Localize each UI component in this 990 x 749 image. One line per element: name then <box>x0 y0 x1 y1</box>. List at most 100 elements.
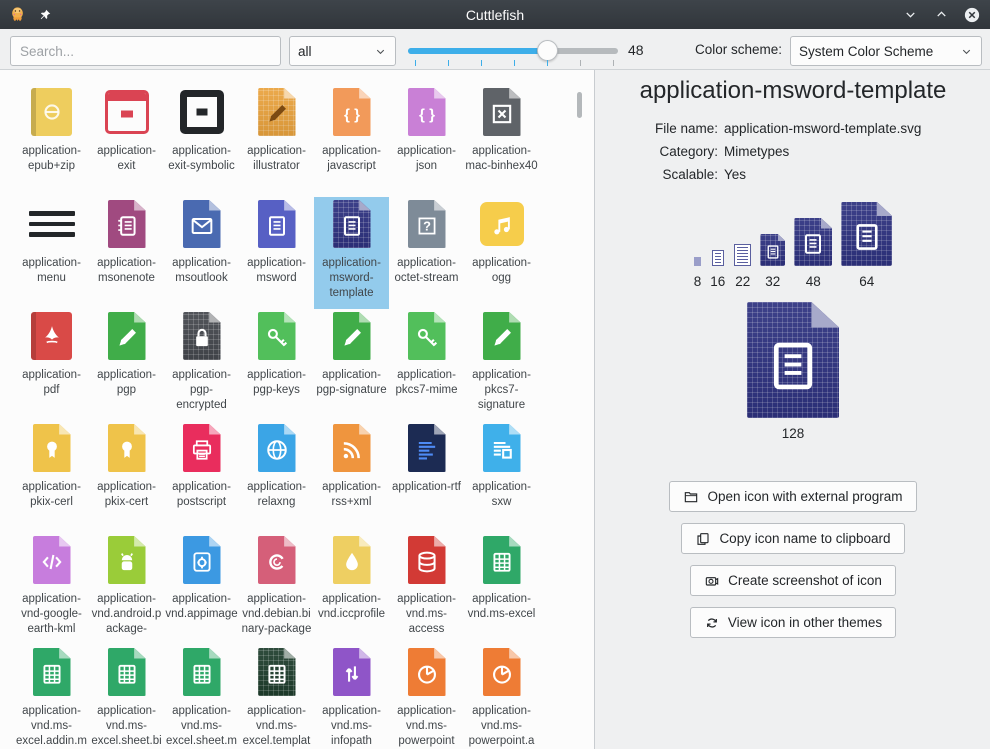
icon-grid-item[interactable]: application- pkcs7- signature <box>464 309 539 421</box>
icon-grid-item[interactable]: application- msword- template <box>314 197 389 309</box>
folded-corner <box>284 88 295 99</box>
pin-icon[interactable] <box>36 6 54 24</box>
icon-grid-item[interactable]: application- vnd.ms- powerpoint <box>389 645 464 749</box>
debian-swirl-icon <box>258 536 296 584</box>
icon-grid-item[interactable]: application- exit <box>89 85 164 197</box>
android-glyph <box>113 548 141 576</box>
view-icon-in-other-themes-button[interactable]: View icon in other themes <box>690 607 896 638</box>
icon-grid-item[interactable]: application- pkix-cerl <box>14 421 89 533</box>
icon-grid-item[interactable]: application- vnd.ms- access <box>389 533 464 645</box>
icon-grid-item[interactable]: application- illustrator <box>239 85 314 197</box>
icon-grid-item[interactable]: application- pgp- encrypted <box>164 309 239 421</box>
color-scheme-dropdown[interactable]: System Color Scheme <box>790 36 982 66</box>
selected-icon-title: application-msword-template <box>596 77 990 105</box>
icon-grid-item[interactable]: application- pdf <box>14 309 89 421</box>
slider-handle[interactable] <box>537 40 558 61</box>
icon-grid-item[interactable]: application-rtf <box>389 421 464 533</box>
boxed-x-icon <box>483 88 521 136</box>
icon-grid-item[interactable]: application- pgp-keys <box>239 309 314 421</box>
icon-label: application- rss+xml <box>322 480 381 510</box>
close-button[interactable] <box>963 6 981 24</box>
notebook-glyph <box>113 212 141 240</box>
icon-grid-item[interactable]: application- vnd.debian.bi nary-package <box>239 533 314 645</box>
folded-corner <box>359 200 370 211</box>
award-icon <box>33 424 71 472</box>
text-lines-icon <box>408 424 446 472</box>
icon-grid-item[interactable]: application- vnd.ms- infopath <box>314 645 389 749</box>
icon-grid-item[interactable]: application- pgp <box>89 309 164 421</box>
icon-label: application- pgp-signature <box>316 368 386 398</box>
chevron-down-icon <box>960 45 973 58</box>
folded-corner <box>509 312 520 323</box>
icon-grid-item[interactable]: application- sxw <box>464 421 539 533</box>
create-screenshot-of-icon-button[interactable]: Create screenshot of icon <box>690 565 896 596</box>
icon-grid-item[interactable]: application- vnd.iccprofile <box>314 533 389 645</box>
size-label: 128 <box>782 426 805 441</box>
icon-size-slider[interactable] <box>408 36 618 66</box>
icon-grid-item[interactable]: application- vnd.ms- excel.templat <box>239 645 314 749</box>
maximize-button[interactable] <box>932 6 950 24</box>
icon-label: application- vnd.ms-excel <box>468 592 536 622</box>
icon-grid-item[interactable]: application- relaxng <box>239 421 314 533</box>
folded-corner <box>434 536 445 547</box>
icon-grid-item[interactable]: application- vnd.ms- excel.sheet.m <box>164 645 239 749</box>
icon-grid-item[interactable]: application- msoutlook <box>164 197 239 309</box>
pen-glyph <box>488 324 516 352</box>
icon-label: application- msonenote <box>97 256 156 286</box>
arrows-icon <box>333 648 371 696</box>
search-input[interactable] <box>10 36 281 66</box>
category-value: all <box>298 44 312 59</box>
key-glyph <box>413 324 441 352</box>
document-lines-glyph <box>848 219 885 256</box>
icon-grid-item[interactable]: application- javascript <box>314 85 389 197</box>
icon-label: application- vnd.ms- access <box>397 592 456 637</box>
icon-grid-item[interactable]: application- epub+zip <box>14 85 89 197</box>
icon-grid-item[interactable]: application- vnd.android.p ackage- <box>89 533 164 645</box>
icon-grid-item[interactable]: application- vnd.ms- powerpoint.a <box>464 645 539 749</box>
copy-icon <box>695 531 711 547</box>
minimize-button[interactable] <box>901 6 919 24</box>
copy-icon-name-to-clipboard-button[interactable]: Copy icon name to clipboard <box>681 523 904 554</box>
icon-grid-item[interactable]: application- exit-symbolic <box>164 85 239 197</box>
category-dropdown[interactable]: all <box>289 36 396 66</box>
icon-grid-item[interactable]: application- vnd.ms- excel.sheet.bi <box>89 645 164 749</box>
icon-grid-item[interactable]: application- menu <box>14 197 89 309</box>
document-grid-icon <box>483 424 521 472</box>
lock-icon <box>183 312 221 360</box>
icon-label: application- vnd.ms- excel.templat <box>243 704 311 749</box>
icon-grid-item[interactable]: application- vnd.ms- excel.addin.m <box>14 645 89 749</box>
spreadsheet-grid-glyph <box>113 660 141 688</box>
spreadsheet-grid-icon <box>483 536 521 584</box>
spreadsheet-grid-icon <box>183 648 221 696</box>
icon-grid-item[interactable]: application- postscript <box>164 421 239 533</box>
icon-grid-item[interactable]: application- pkix-cert <box>89 421 164 533</box>
folded-corner <box>284 536 295 547</box>
icon-label: application- msword <box>247 256 306 286</box>
app-box-icon <box>183 536 221 584</box>
folded-corner <box>434 648 445 659</box>
icon-label: application- ogg <box>472 256 531 286</box>
award-glyph <box>113 436 141 464</box>
icon-grid-item[interactable]: application- json <box>389 85 464 197</box>
icon-grid-item[interactable]: application- ogg <box>464 197 539 309</box>
icon-grid-item[interactable]: application- vnd.ms-excel <box>464 533 539 645</box>
icon-grid-item[interactable]: application- msonenote <box>89 197 164 309</box>
size-preview-16: 16 <box>710 250 725 289</box>
icon-label: application- vnd-google- earth-kml <box>21 592 82 637</box>
icon-grid-item[interactable]: application- pkcs7-mime <box>389 309 464 421</box>
icon-grid-item[interactable]: application- mac-binhex40 <box>464 85 539 197</box>
icon-grid-item[interactable]: application- vnd.appimage <box>164 533 239 645</box>
slider-ticks <box>408 60 618 67</box>
slider-fill <box>408 48 547 54</box>
icon-label: application- exit-symbolic <box>168 144 234 174</box>
icon-grid-item[interactable]: application- vnd-google- earth-kml <box>14 533 89 645</box>
menu-icon <box>28 200 76 248</box>
icon-grid-item[interactable]: application- octet-stream <box>389 197 464 309</box>
icon-grid-item[interactable]: application- msword <box>239 197 314 309</box>
open-icon-with-external-program-button[interactable]: Open icon with external program <box>669 481 916 512</box>
scrollbar-thumb[interactable] <box>577 92 582 118</box>
document-lines-glyph <box>799 230 827 258</box>
field-value: application-msword-template.svg <box>724 120 990 137</box>
icon-grid-item[interactable]: application- pgp-signature <box>314 309 389 421</box>
icon-grid-item[interactable]: application- rss+xml <box>314 421 389 533</box>
